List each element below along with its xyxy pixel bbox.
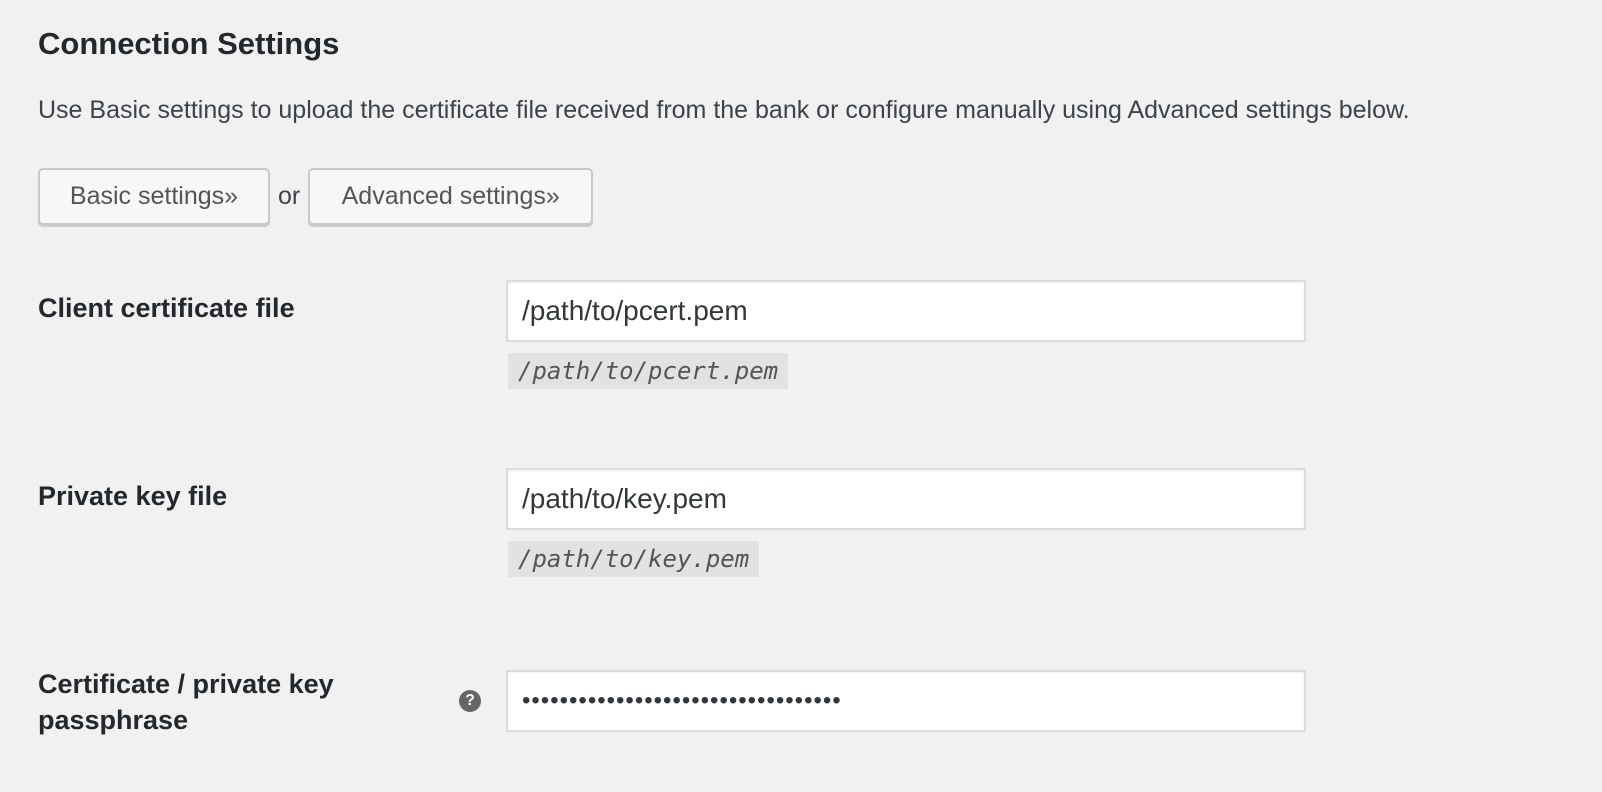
section-title: Connection Settings [38,26,340,61]
mode-separator-text: or [278,182,301,210]
private-key-input[interactable] [506,468,1306,530]
private-key-label: Private key file [38,481,228,511]
private-key-hint: /path/to/key.pem [508,541,760,577]
client-certificate-input[interactable] [506,280,1306,342]
settings-mode-switcher: Basic settings» or Advanced settings» [38,168,594,225]
client-certificate-hint: /path/to/pcert.pem [508,353,789,389]
section-description: Use Basic settings to upload the certifi… [38,96,1410,124]
client-certificate-label: Client certificate file [38,293,295,323]
advanced-settings-button[interactable]: Advanced settings» [308,168,594,225]
question-circle-icon[interactable]: ? [459,690,481,712]
basic-settings-button[interactable]: Basic settings» [38,168,270,225]
passphrase-label: Certificate / private key passphrase [38,669,334,735]
passphrase-input[interactable] [506,670,1306,732]
